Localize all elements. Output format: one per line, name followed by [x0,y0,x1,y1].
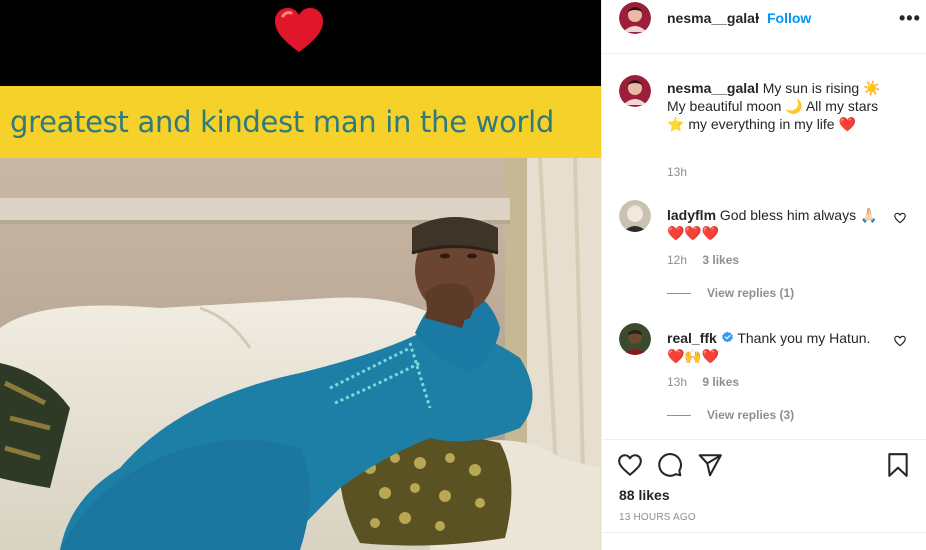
paper-plane-icon[interactable] [697,452,723,478]
post-header: nesma__galal • Follow ••• [602,0,926,54]
comment-username[interactable]: ladyflm [667,207,716,223]
bookmark-icon[interactable] [885,452,911,478]
more-options-icon[interactable]: ••• [899,8,921,29]
instagram-post: greatest and kindest man in the world ne… [0,0,926,550]
red-heart-emoji [275,8,323,52]
photo-illustration [0,158,601,550]
author-avatar[interactable] [619,2,651,34]
caption-time[interactable]: 13h [667,165,687,179]
comment-like-icon[interactable] [893,334,907,348]
caption-text: nesma__galal My sun is rising ☀️My beaut… [667,79,889,133]
media-banner: greatest and kindest man in the world [0,86,601,158]
comment-like-icon[interactable] [893,211,907,225]
commenter-avatar[interactable] [619,323,651,355]
comment-text: real_ffk Thank you my Hatun. ❤️🙌❤️ [667,329,889,365]
view-replies-label: View replies (1) [707,286,795,300]
post-timestamp[interactable]: 13 HOURS AGO [619,512,696,523]
comment-time[interactable]: 12h [667,253,687,267]
verified-badge-icon [721,331,733,343]
post-actions: 88 likes 13 HOURS AGO [602,439,926,550]
likes-count[interactable]: 88 likes [619,487,670,503]
comment-bubble-icon[interactable] [657,452,683,478]
view-replies-label: View replies (3) [707,408,795,422]
replies-divider [667,414,691,416]
add-comment-area[interactable] [602,532,926,550]
banner-text: greatest and kindest man in the world [10,105,555,139]
caption-meta: 13h [667,165,687,179]
post-media[interactable]: greatest and kindest man in the world [0,0,601,550]
comment-text: ladyflm God bless him always 🙏🏻 ❤️❤️❤️ [667,206,889,242]
follow-button[interactable]: Follow [767,10,811,26]
comment-time[interactable]: 13h [667,375,687,389]
post-photo [0,158,601,550]
comment-likes[interactable]: 3 likes [702,253,739,267]
view-replies-button[interactable]: View replies (1) [667,286,794,300]
header-separator: • [755,10,760,25]
author-username[interactable]: nesma__galal [667,10,759,26]
commenter-avatar[interactable] [619,200,651,232]
view-replies-button[interactable]: View replies (3) [667,408,794,422]
heart-outline-icon[interactable] [617,452,643,478]
comment-meta: 12h 3 likes [667,253,739,267]
replies-divider [667,292,691,294]
comment-meta: 13h 9 likes [667,375,739,389]
comment-username[interactable]: real_ffk [667,330,717,346]
comment-likes[interactable]: 9 likes [702,375,739,389]
caption-avatar[interactable] [619,75,651,107]
caption-username[interactable]: nesma__galal [667,80,759,96]
comments-section: nesma__galal My sun is rising ☀️My beaut… [602,55,926,439]
post-side-panel: nesma__galal • Follow ••• nesma__galal M… [601,0,926,550]
